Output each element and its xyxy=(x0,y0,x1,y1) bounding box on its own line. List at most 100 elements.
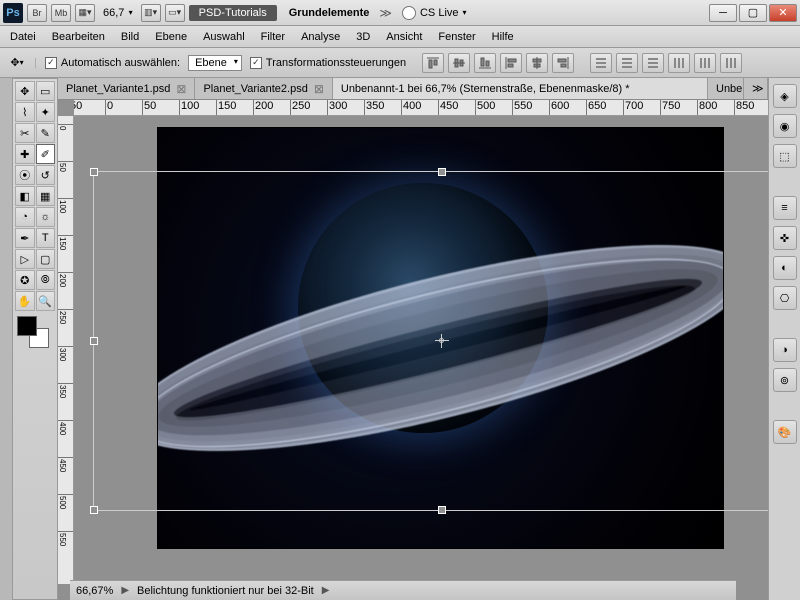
chevron-icon[interactable]: ≫ xyxy=(379,6,392,20)
menu-bearbeiten[interactable]: Bearbeiten xyxy=(52,31,105,43)
align-group xyxy=(422,53,574,73)
align-right-button[interactable] xyxy=(552,53,574,73)
color-swatches[interactable] xyxy=(15,316,51,348)
close-icon[interactable]: ⊠ xyxy=(314,82,324,96)
close-button[interactable]: ✕ xyxy=(769,4,797,22)
document-canvas[interactable] xyxy=(158,128,723,548)
marquee-tool[interactable]: ▭ xyxy=(36,81,56,101)
stamp-panel-icon[interactable]: ⎔ xyxy=(773,286,797,310)
dist-hcenter-button[interactable] xyxy=(694,53,716,73)
menu-bild[interactable]: Bild xyxy=(121,31,139,43)
3d-tool[interactable]: ✪ xyxy=(15,270,35,290)
menu-ansicht[interactable]: Ansicht xyxy=(386,31,422,43)
tab-unbenannt[interactable]: Unbenannt-1 bei 66,7% (Sternenstraße, Eb… xyxy=(333,78,708,99)
heal-tool[interactable]: ✚ xyxy=(15,144,35,164)
history-brush-tool[interactable]: ↺ xyxy=(36,165,56,185)
eyedropper-tool[interactable]: ✎ xyxy=(36,123,56,143)
dist-left-button[interactable] xyxy=(668,53,690,73)
minimize-button[interactable]: ─ xyxy=(709,4,737,22)
dodge-tool[interactable]: ☼ xyxy=(36,207,56,227)
tab-variante1[interactable]: Planet_Variante1.psd⊠ xyxy=(58,78,195,99)
brightness-panel-icon[interactable]: ◑ xyxy=(773,338,797,362)
status-zoom[interactable]: 66,67% xyxy=(76,585,113,597)
zoom-dropdown[interactable]: 66,7 ▾ xyxy=(99,7,137,19)
dist-top-button[interactable] xyxy=(590,53,612,73)
app-logo: Ps xyxy=(3,3,23,23)
transform-controls-checkbox[interactable]: ✓Transformationssteuerungen xyxy=(250,57,406,69)
status-bar: 66,67% ▶ Belichtung funktioniert nur bei… xyxy=(70,580,736,600)
styles-panel-icon[interactable]: ◐ xyxy=(773,256,797,280)
gradient-tool[interactable]: ▦ xyxy=(36,186,56,206)
ruler-vertical: 050100150200250300350400450500550 xyxy=(58,116,74,584)
handle-bot-left[interactable] xyxy=(90,506,98,514)
align-left-button[interactable] xyxy=(500,53,522,73)
tab-overflow[interactable]: Unbe xyxy=(708,78,744,99)
brush-tool[interactable]: ✐ xyxy=(36,144,56,164)
stamp-tool[interactable]: ⦿ xyxy=(15,165,35,185)
auto-select-checkbox[interactable]: ✓Automatisch auswählen: xyxy=(45,57,180,69)
targeted-panel-icon[interactable]: ⊚ xyxy=(773,368,797,392)
masks-panel-icon[interactable]: ✜ xyxy=(773,226,797,250)
color-panel-icon[interactable]: 🎨 xyxy=(773,420,797,444)
dist-vcenter-button[interactable] xyxy=(616,53,638,73)
eraser-tool[interactable]: ◧ xyxy=(15,186,35,206)
move-tool-icon: ✥▾ xyxy=(8,54,26,72)
shape-tool[interactable]: ▢ xyxy=(36,249,56,269)
menu-fenster[interactable]: Fenster xyxy=(438,31,475,43)
arrow-icon[interactable]: ▶ xyxy=(322,585,330,596)
crop-tool[interactable]: ✂ xyxy=(15,123,35,143)
menu-auswahl[interactable]: Auswahl xyxy=(203,31,245,43)
path-select-tool[interactable]: ▷ xyxy=(15,249,35,269)
zoom-tool[interactable]: 🔍 xyxy=(36,291,56,311)
menu-ebene[interactable]: Ebene xyxy=(155,31,187,43)
wand-tool[interactable]: ✦ xyxy=(36,102,56,122)
align-hcenter-button[interactable] xyxy=(526,53,548,73)
tab-chevron[interactable]: ≫ xyxy=(744,78,768,99)
view-extras-button[interactable]: ▥▾ xyxy=(141,4,161,22)
dist-bottom-button[interactable] xyxy=(642,53,664,73)
blur-tool[interactable]: ◔ xyxy=(15,207,35,227)
align-top-button[interactable] xyxy=(422,53,444,73)
layers-panel-icon[interactable]: ◈ xyxy=(773,84,797,108)
move-tool[interactable]: ✥ xyxy=(15,81,35,101)
toolbox: ✥▭ ⌇✦ ✂✎ ✚✐ ⦿↺ ◧▦ ◔☼ ✒T ▷▢ ✪⦾ ✋🔍 xyxy=(12,78,58,600)
lasso-tool[interactable]: ⌇ xyxy=(15,102,35,122)
panel-dock: ◈ ◉ ⬚ ≡ ✜ ◐ ⎔ ◑ ⊚ 🎨 xyxy=(768,78,800,600)
dist-right-button[interactable] xyxy=(720,53,742,73)
workspace-label[interactable]: PSD-Tutorials xyxy=(189,5,277,21)
arrow-icon[interactable]: ▶ xyxy=(121,585,129,596)
tab-variante2[interactable]: Planet_Variante2.psd⊠ xyxy=(195,78,332,99)
screen-mode-button[interactable]: ▦▾ xyxy=(75,4,95,22)
titlebar: Ps Br Mb ▦▾ 66,7 ▾ ▥▾ ▭▾ PSD-Tutorials G… xyxy=(0,0,800,26)
options-bar: ✥▾ | ✓Automatisch auswählen: Ebene ✓Tran… xyxy=(0,48,800,78)
auto-select-dropdown[interactable]: Ebene xyxy=(188,55,242,71)
workspace-secondary[interactable]: Grundelemente xyxy=(289,7,370,19)
menu-hilfe[interactable]: Hilfe xyxy=(492,31,514,43)
align-bottom-button[interactable] xyxy=(474,53,496,73)
canvas-area: Planet_Variante1.psd⊠ Planet_Variante2.p… xyxy=(58,78,768,600)
maximize-button[interactable]: ▢ xyxy=(739,4,767,22)
distribute-group xyxy=(590,53,742,73)
menubar: Datei Bearbeiten Bild Ebene Auswahl Filt… xyxy=(0,26,800,48)
close-icon[interactable]: ⊠ xyxy=(176,82,186,96)
channels-panel-icon[interactable]: ◉ xyxy=(773,114,797,138)
3d-camera-tool[interactable]: ⦾ xyxy=(36,270,56,290)
hand-tool[interactable]: ✋ xyxy=(15,291,35,311)
cslive-button[interactable]: CS Live▾ xyxy=(402,6,467,20)
menu-datei[interactable]: Datei xyxy=(10,31,36,43)
menu-3d[interactable]: 3D xyxy=(356,31,370,43)
pen-tool[interactable]: ✒ xyxy=(15,228,35,248)
minibridge-button[interactable]: Mb xyxy=(51,4,71,22)
document-tabs: Planet_Variante1.psd⊠ Planet_Variante2.p… xyxy=(58,78,768,100)
paths-panel-icon[interactable]: ⬚ xyxy=(773,144,797,168)
bridge-button[interactable]: Br xyxy=(27,4,47,22)
handle-mid-left[interactable] xyxy=(90,337,98,345)
ruler-horizontal: 5005010015020025030035040045050055060065… xyxy=(74,100,768,116)
adjustments-panel-icon[interactable]: ≡ xyxy=(773,196,797,220)
type-tool[interactable]: T xyxy=(36,228,56,248)
menu-analyse[interactable]: Analyse xyxy=(301,31,340,43)
align-vcenter-button[interactable] xyxy=(448,53,470,73)
menu-filter[interactable]: Filter xyxy=(261,31,285,43)
handle-top-left[interactable] xyxy=(90,168,98,176)
arrange-button[interactable]: ▭▾ xyxy=(165,4,185,22)
